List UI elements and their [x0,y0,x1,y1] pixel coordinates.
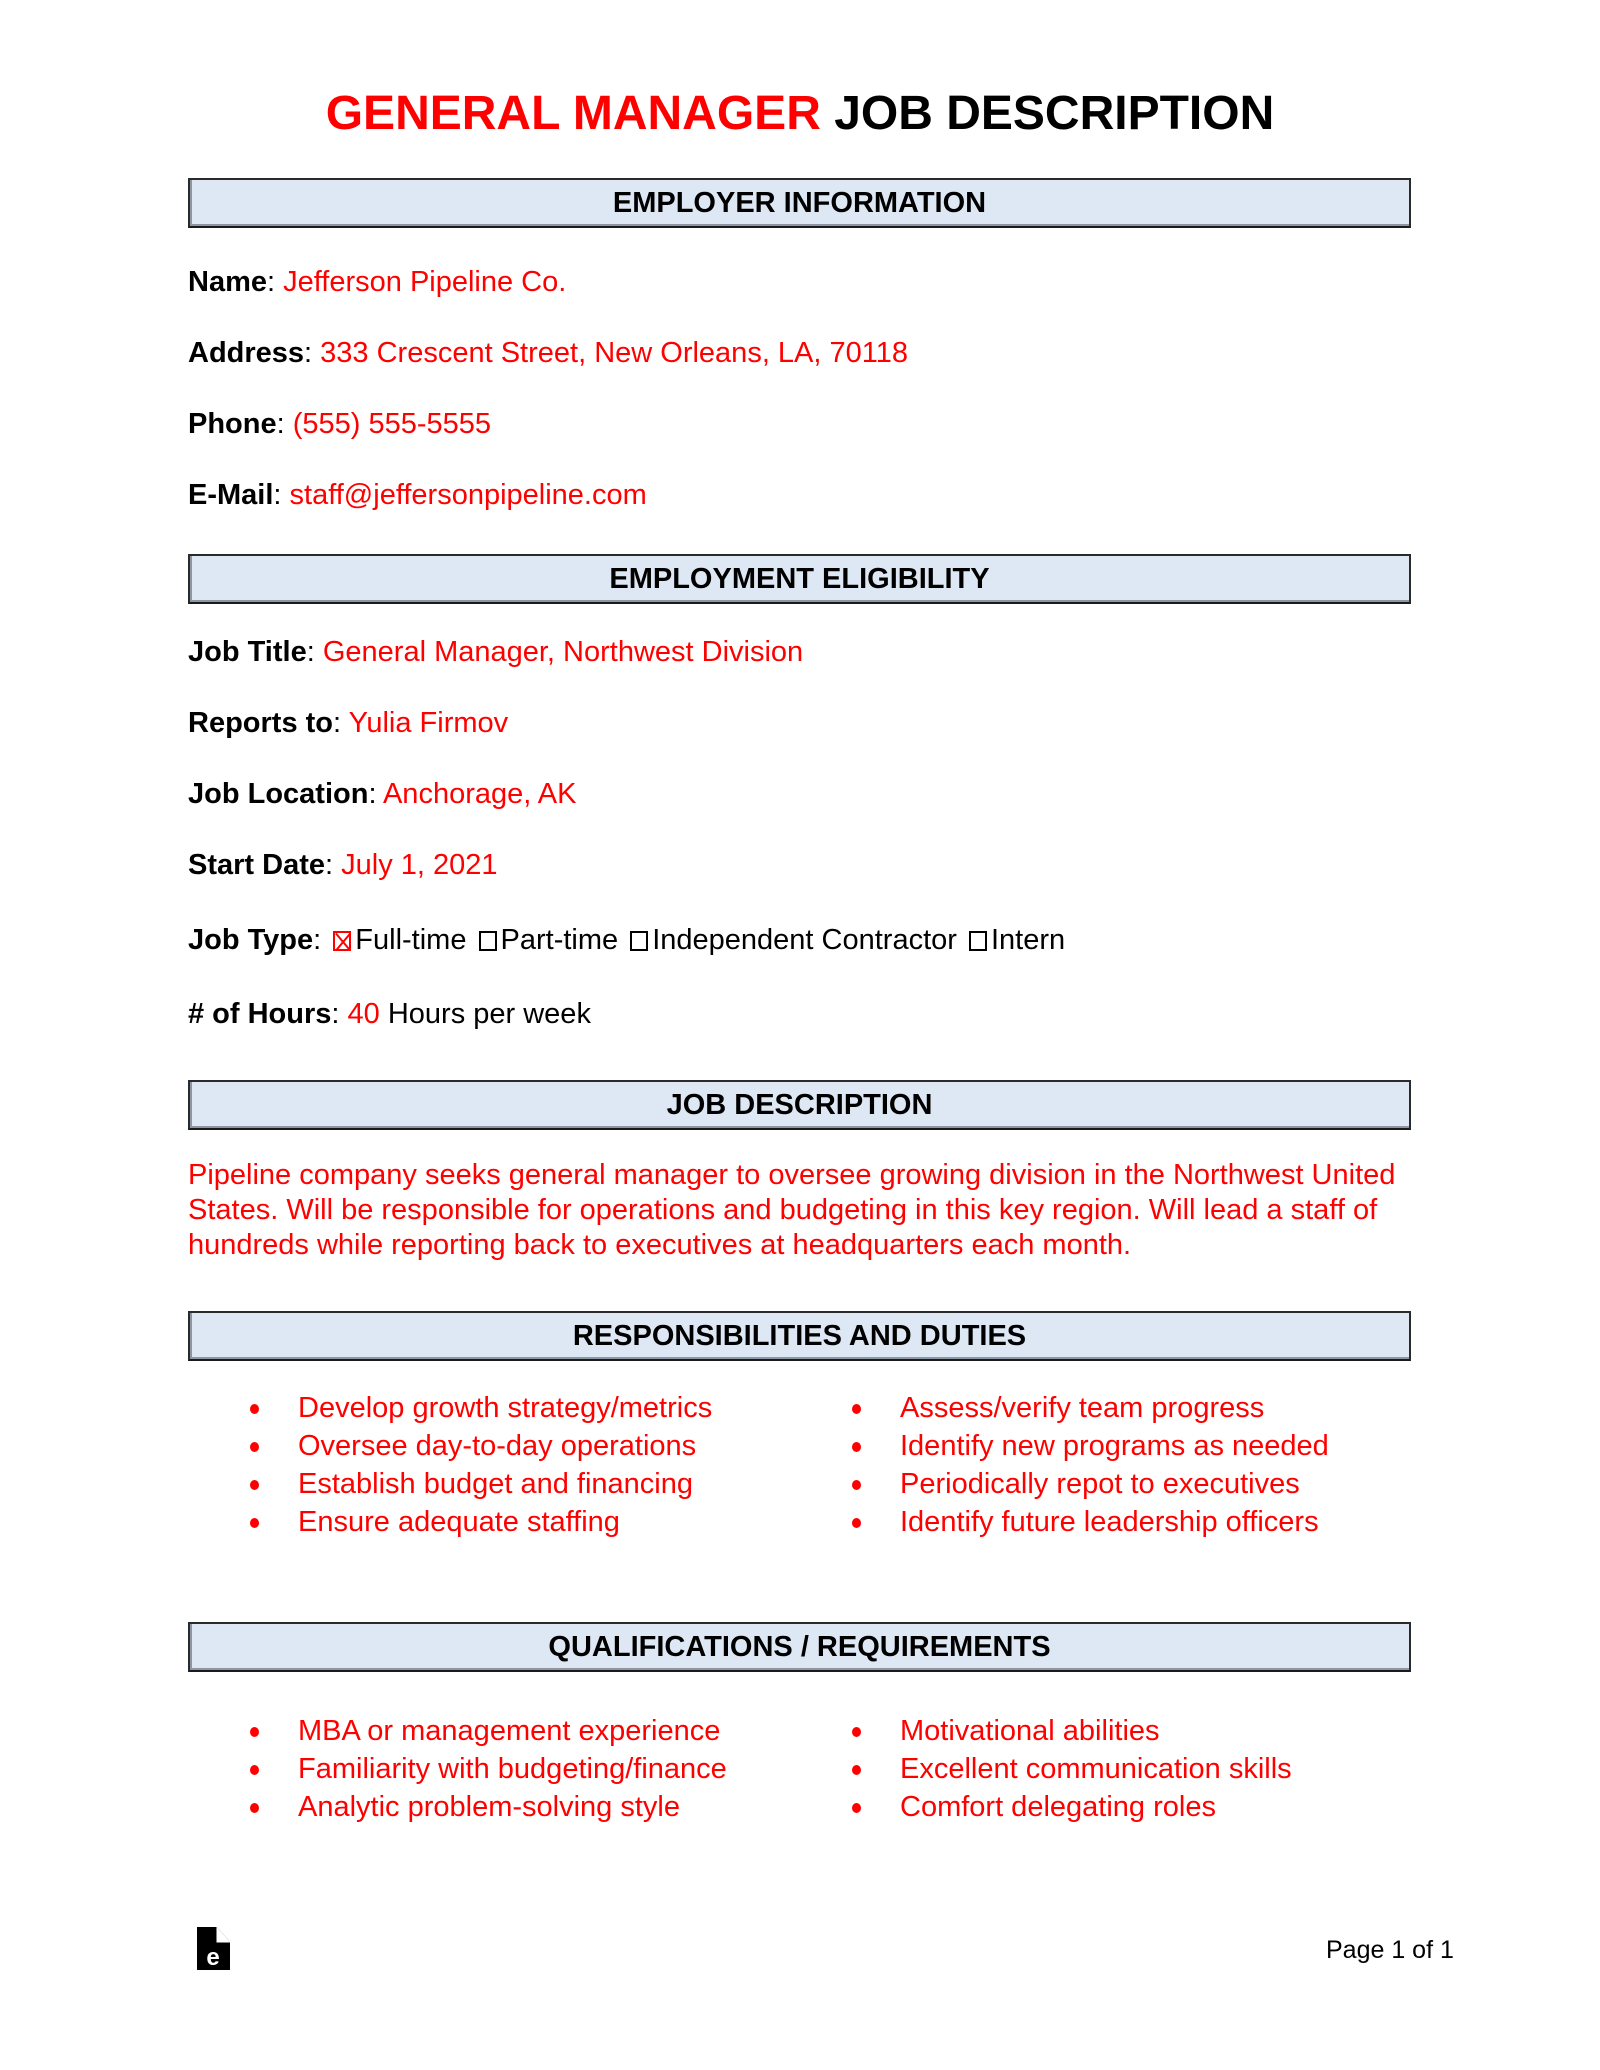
field-employer-address: Address: 333 Crescent Street, New Orlean… [188,337,909,369]
bullet-icon [852,1727,861,1737]
option-label: Independent Contractor [652,924,957,956]
option-label: Intern [991,924,1066,956]
field-job-location: Job Location: Anchorage, AK [188,778,577,810]
bullet-icon [852,1518,861,1528]
list-item: Identify new programs as needed [852,1427,1329,1465]
option-label: Part-time [500,924,619,956]
field-value[interactable]: General Manager, Northwest Division [323,636,803,668]
field-value[interactable]: (555) 555-5555 [293,408,491,440]
bullet-icon [852,1404,861,1414]
field-value[interactable]: 333 Crescent Street, New Orleans, LA, 70… [320,337,908,369]
checkbox-part-time[interactable] [478,931,497,951]
svg-text:e: e [206,1944,219,1970]
list-item: Comfort delegating roles [852,1788,1292,1826]
checkbox-intern[interactable] [969,931,987,951]
list-item-text[interactable]: Familiarity with budgeting/finance [298,1753,727,1785]
bullet-icon [852,1765,861,1775]
section-header-eligibility: EMPLOYMENT ELIGIBILITY [188,554,1411,604]
hours-suffix: Hours per week [379,998,591,1030]
field-job-title: Job Title: General Manager, Northwest Di… [188,636,804,668]
list-item: Oversee day-to-day operations [250,1427,712,1465]
field-value[interactable]: Yulia Firmov [349,707,509,739]
list-item: MBA or management experience [250,1712,727,1750]
list-item-text[interactable]: Excellent communication skills [900,1753,1292,1785]
field-label: Start Date [188,849,325,881]
field-label: Job Title [188,636,307,668]
bullet-icon [250,1765,259,1775]
field-label: Job Type [188,924,314,956]
qualifications-list-left: MBA or management experience Familiarity… [250,1712,727,1826]
list-item: Periodically repot to executives [852,1465,1329,1503]
list-item-text[interactable]: Establish budget and financing [298,1468,693,1500]
field-value[interactable]: July 1, 2021 [341,849,497,881]
list-item: Familiarity with budgeting/finance [250,1750,727,1788]
responsibilities-list-right: Assess/verify team progress Identify new… [852,1389,1329,1541]
section-header-qualifications: QUALIFICATIONS / REQUIREMENTS [188,1622,1411,1672]
title-accent: GENERAL MANAGER [325,87,821,140]
list-item-text[interactable]: Oversee day-to-day operations [298,1430,696,1462]
list-item-text[interactable]: Analytic problem-solving style [298,1791,680,1823]
field-value[interactable]: Anchorage, AK [383,778,576,810]
list-item-text[interactable]: Identify new programs as needed [900,1430,1329,1462]
field-label: Job Location [188,778,369,810]
bullet-icon [250,1404,259,1414]
field-label: E-Mail [188,479,274,511]
checkbox-independent-contractor[interactable] [630,931,649,951]
field-label: Phone [188,408,277,440]
section-header-responsibilities: RESPONSIBILITIES AND DUTIES [188,1311,1411,1361]
field-label: Address [188,337,305,369]
list-item: Excellent communication skills [852,1750,1292,1788]
bullet-icon [250,1480,259,1490]
list-item-text[interactable]: Periodically repot to executives [900,1468,1300,1500]
bullet-icon [250,1727,259,1737]
list-item-text[interactable]: Ensure adequate staffing [298,1506,620,1538]
qualifications-list-right: Motivational abilities Excellent communi… [852,1712,1292,1826]
bullet-icon [852,1480,861,1490]
list-item: Analytic problem-solving style [250,1788,727,1826]
list-item: Ensure adequate staffing [250,1503,712,1541]
list-item: Motivational abilities [852,1712,1292,1750]
bullet-icon [852,1442,861,1452]
field-value[interactable]: 40 [348,998,380,1030]
field-employer-phone: Phone: (555) 555-5555 [188,408,492,440]
field-label: # of Hours [188,998,332,1030]
field-value[interactable]: staff@jeffersonpipeline.com [290,479,647,511]
field-reports-to: Reports to: Yulia Firmov [188,707,509,739]
field-start-date: Start Date: July 1, 2021 [188,849,498,881]
section-header-employer: EMPLOYER INFORMATION [188,178,1411,228]
list-item-text[interactable]: MBA or management experience [298,1715,720,1747]
field-employer-email: E-Mail: staff@jeffersonpipeline.com [188,479,647,511]
section-header-job-description: JOB DESCRIPTION [188,1080,1411,1130]
bullet-icon [250,1803,259,1813]
field-label: Reports to [188,707,333,739]
list-item: Identify future leadership officers [852,1503,1329,1541]
field-value[interactable]: Jefferson Pipeline Co. [283,266,566,298]
option-label: Full-time [355,924,467,956]
checkbox-full-time[interactable] [333,931,352,951]
list-item-text[interactable]: Develop growth strategy/metrics [298,1392,712,1424]
document-title: GENERAL MANAGER JOB DESCRIPTION [0,86,1600,142]
list-item: Develop growth strategy/metrics [250,1389,712,1427]
eforms-logo-icon: e [197,1927,230,1970]
field-job-type: Job Type: Full-time Part-time Independen… [188,924,1066,956]
list-item-text[interactable]: Comfort delegating roles [900,1791,1216,1823]
field-hours: # of Hours: 40 Hours per week [188,998,591,1030]
list-item-text[interactable]: Identify future leadership officers [900,1506,1319,1538]
bullet-icon [250,1518,259,1528]
bullet-icon [250,1442,259,1452]
list-item-text[interactable]: Assess/verify team progress [900,1392,1264,1424]
list-item-text[interactable]: Motivational abilities [900,1715,1160,1747]
bullet-icon [852,1803,861,1813]
list-item: Assess/verify team progress [852,1389,1329,1427]
responsibilities-list-left: Develop growth strategy/metrics Oversee … [250,1389,712,1541]
title-rest: JOB DESCRIPTION [820,87,1275,140]
field-label: Name [188,266,267,298]
list-item: Establish budget and financing [250,1465,712,1503]
field-employer-name: Name: Jefferson Pipeline Co. [188,266,567,298]
job-description-text[interactable]: Pipeline company seeks general manager t… [188,1158,1418,1263]
page-number: Page 1 of 1 [1326,1936,1454,1964]
